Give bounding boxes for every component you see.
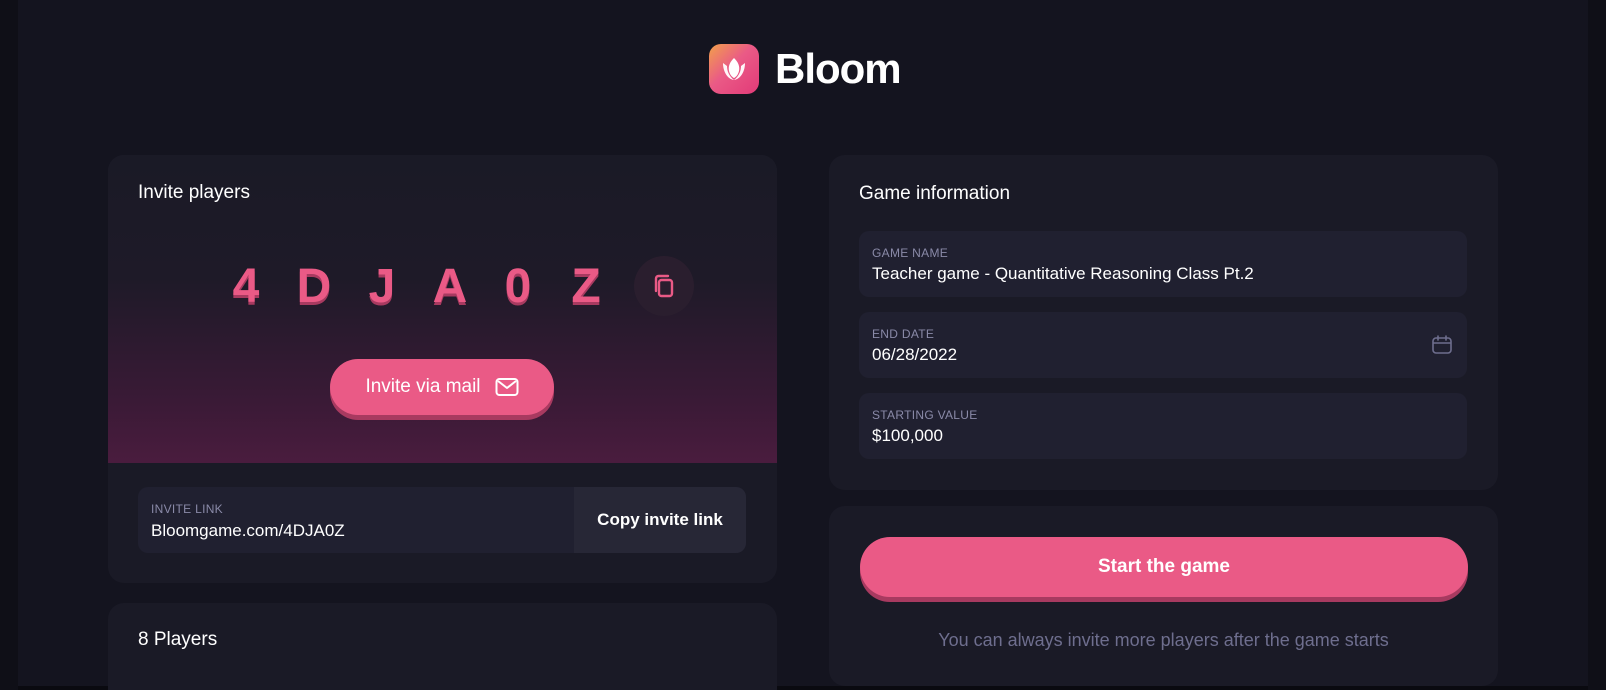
starting-value-value[interactable]: $100,000 xyxy=(872,426,943,446)
copy-icon xyxy=(654,274,674,298)
tulip-logo-icon xyxy=(709,44,759,94)
copy-invite-link-button[interactable]: Copy invite link xyxy=(574,487,746,553)
app-name: Bloom xyxy=(775,45,902,92)
end-date-field[interactable]: END DATE 06/28/2022 xyxy=(859,312,1467,378)
starting-value-label: STARTING VALUE xyxy=(872,408,978,422)
end-date-label: END DATE xyxy=(872,327,935,341)
invite-via-mail-button[interactable]: Invite via mail xyxy=(330,359,554,415)
invite-via-mail-label: Invite via mail xyxy=(365,376,481,397)
invite-code-char: 0 xyxy=(504,259,532,313)
start-game-button[interactable]: Start the game xyxy=(860,537,1468,597)
game-information-card: Game information GAME NAME Teacher game … xyxy=(829,155,1498,490)
invite-code-char: 4 xyxy=(232,259,260,313)
invite-players-title: Invite players xyxy=(138,182,250,203)
starting-value-field[interactable]: STARTING VALUE $100,000 xyxy=(859,393,1467,459)
brand: Bloom xyxy=(709,43,902,95)
invite-code: 4 D J A 0 Z xyxy=(212,255,694,317)
players-count-title: 8 Players xyxy=(138,629,218,650)
game-name-value[interactable]: Teacher game - Quantitative Reasoning Cl… xyxy=(872,264,1254,284)
invite-link-value[interactable]: Bloomgame.com/4DJA0Z xyxy=(151,521,345,541)
start-game-note: You can always invite more players after… xyxy=(938,630,1389,650)
copy-code-button[interactable] xyxy=(634,256,694,316)
invite-link-field: INVITE LINK Bloomgame.com/4DJA0Z Copy in… xyxy=(138,487,746,553)
game-name-field[interactable]: GAME NAME Teacher game - Quantitative Re… xyxy=(859,231,1467,297)
invite-code-char: A xyxy=(432,259,468,313)
invite-code-char: D xyxy=(296,259,332,313)
game-information-title: Game information xyxy=(859,183,1011,204)
invite-code-char: Z xyxy=(571,259,601,313)
mail-icon xyxy=(495,378,519,396)
start-game-card: Start the game You can always invite mor… xyxy=(829,506,1498,686)
players-card: 8 Players xyxy=(108,603,777,690)
game-name-label: GAME NAME xyxy=(872,246,949,260)
calendar-icon[interactable] xyxy=(1431,334,1453,356)
invite-link-label: INVITE LINK xyxy=(151,502,223,516)
invite-code-char: J xyxy=(368,259,396,313)
end-date-value[interactable]: 06/28/2022 xyxy=(872,345,957,365)
invite-players-card: Invite players 4 D J A 0 Z Invite via ma… xyxy=(108,155,777,583)
